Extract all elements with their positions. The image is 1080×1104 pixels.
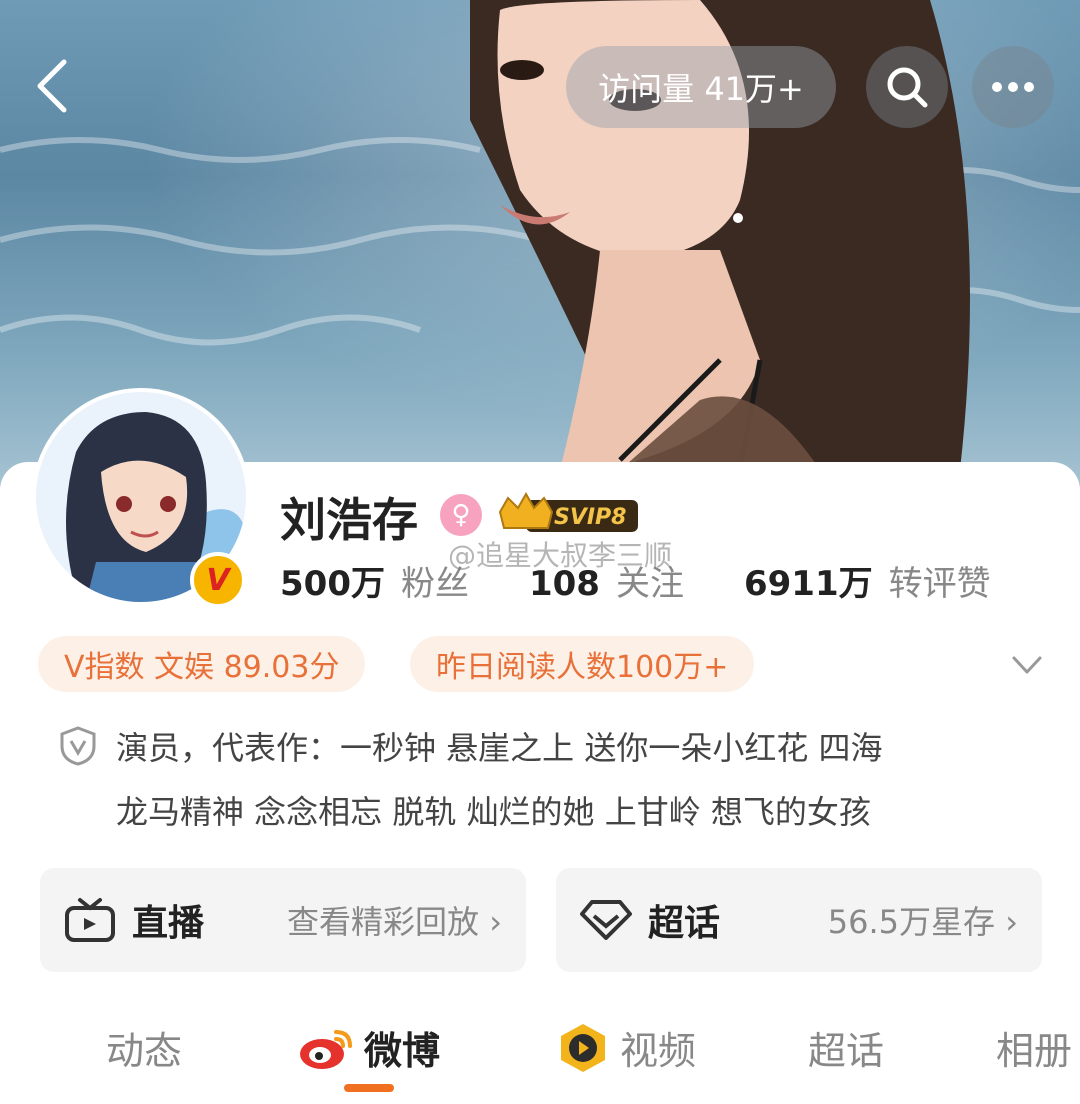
chevron-down-icon[interactable] (1010, 648, 1044, 682)
tab-topic-label: 超话 (808, 1029, 885, 1073)
topic-title: 超话 (648, 903, 721, 944)
back-arrow-icon (37, 59, 67, 113)
more-icon (992, 82, 1034, 92)
tab-album-label: 相册 (996, 1029, 1073, 1073)
tab-weibo[interactable]: 微博 (298, 1020, 440, 1075)
interactions-count: 6911万 (743, 564, 873, 604)
svip-label: SVIP8 (554, 505, 627, 530)
profile-tabs: 动态 微博 视频 超话 相册 (0, 1010, 1080, 1090)
diamond-icon (580, 900, 632, 940)
tab-video-label: 视频 (620, 1029, 697, 1073)
verified-badge: V (190, 552, 246, 608)
live-card[interactable]: 直播 查看精彩回放 › (40, 868, 526, 972)
tv-icon (65, 898, 115, 942)
tab-weibo-label: 微博 (364, 1029, 441, 1073)
tab-album[interactable]: 相册 (996, 1020, 1072, 1075)
svip-badge[interactable]: SVIP8 (496, 490, 642, 538)
back-button[interactable] (30, 56, 74, 116)
followers-count[interactable]: 500万 (280, 556, 385, 605)
live-sub: 查看精彩回放 › (287, 903, 502, 941)
topic-card[interactable]: 超话 56.5万星存 › (556, 868, 1042, 972)
search-button[interactable] (866, 46, 948, 128)
bio: 演员，代表作：一秒钟 悬崖之上 送你一朵小红花 四海 龙马精神 念念相忘 脱轨 … (60, 716, 990, 844)
video-icon (561, 1023, 605, 1072)
visits-count: 访问量 41万+ (566, 46, 836, 128)
search-icon (887, 67, 928, 108)
reads-tag[interactable]: 昨日阅读人数100万+ (410, 636, 755, 692)
watermark: @追星大叔李三顺 (448, 539, 673, 572)
tab-dynamics[interactable]: 动态 (106, 1020, 182, 1075)
more-button[interactable] (972, 46, 1054, 128)
profile-name: 刘浩存 (280, 493, 418, 547)
tab-dynamics-label: 动态 (106, 1029, 183, 1073)
female-icon: ♀ (440, 494, 482, 536)
tab-topic[interactable]: 超话 (808, 1020, 884, 1075)
tab-video[interactable]: 视频 (556, 1020, 696, 1075)
active-tab-indicator (344, 1084, 394, 1092)
bio-line-2: 龙马精神 念念相忘 脱轨 灿烂的她 上甘岭 想飞的女孩 (116, 793, 871, 831)
v-index-tag[interactable]: V指数 文娱 89.03分 (38, 636, 366, 692)
bio-line-1: 演员，代表作：一秒钟 悬崖之上 送你一朵小红花 四海 (116, 729, 883, 767)
live-title: 直播 (132, 903, 205, 944)
interactions-label: 转评赞 (888, 564, 991, 604)
weibo-icon (300, 1029, 352, 1069)
topic-sub: 56.5万星存 › (827, 903, 1018, 941)
